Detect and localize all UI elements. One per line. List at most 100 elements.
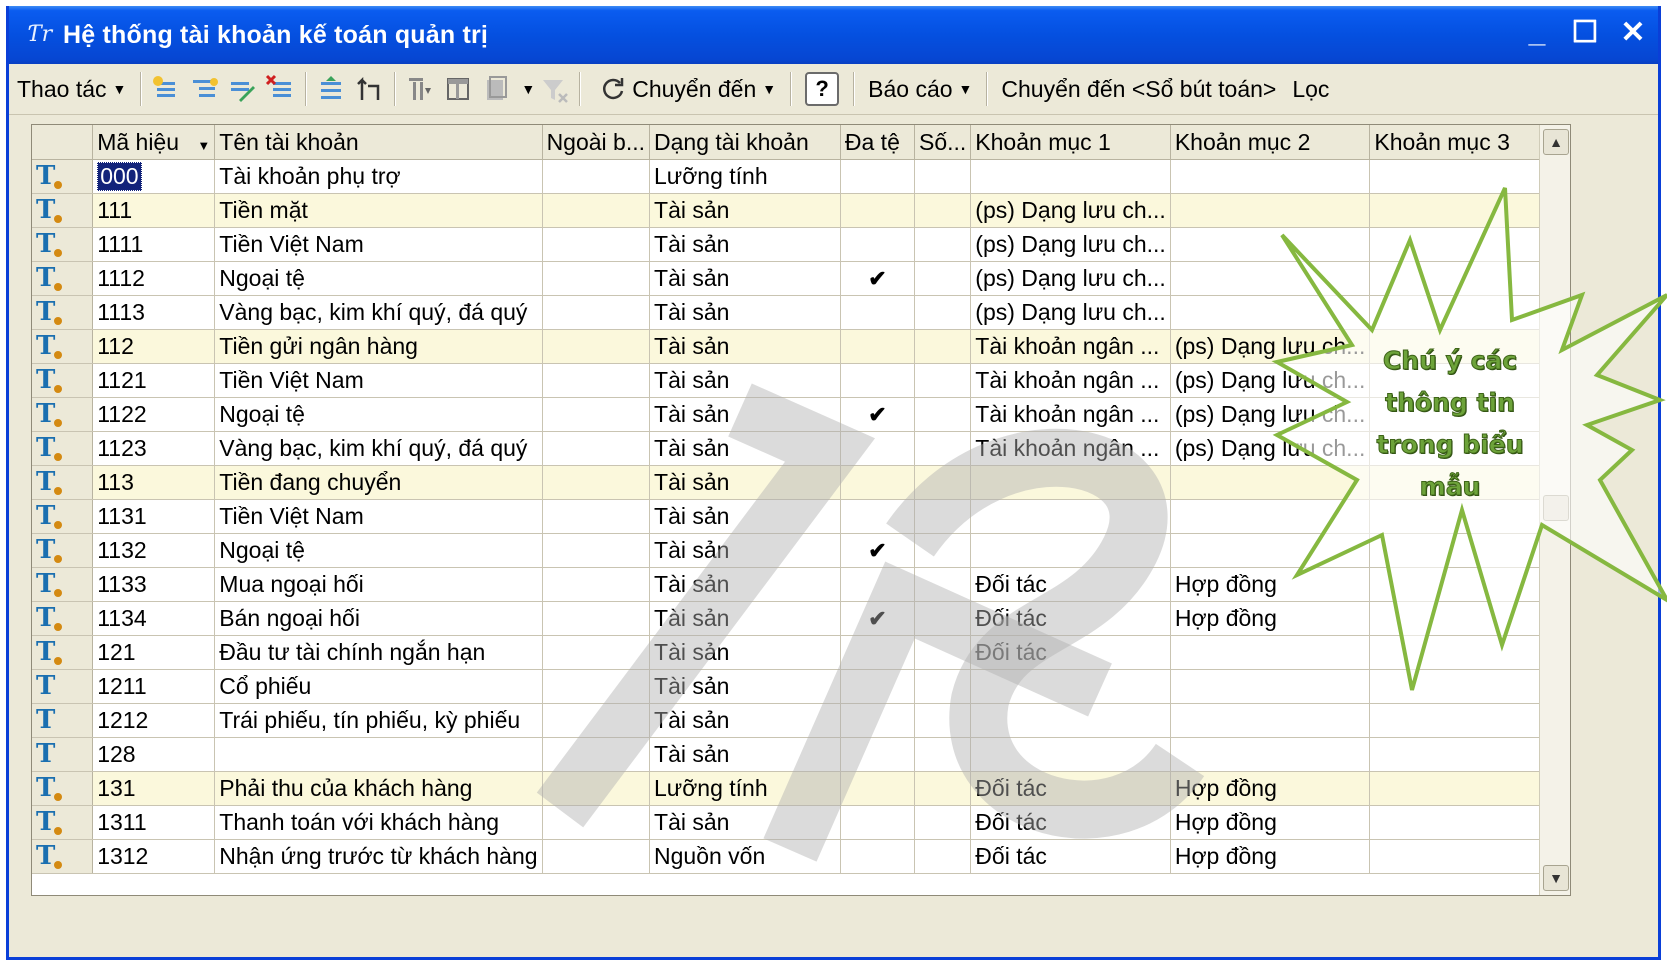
edit-item-icon[interactable] [227,74,257,104]
account-type-cell[interactable]: Tài sản [649,397,841,432]
move-item-icon[interactable] [316,74,346,104]
row-icon-cell[interactable]: T [32,839,94,874]
account-type-cell[interactable]: Lưỡng tính [649,159,841,194]
chevron-down-icon[interactable]: ▼ [521,81,535,97]
add-item-icon[interactable] [151,74,181,104]
item1-cell[interactable] [970,669,1171,704]
account-name-cell[interactable]: Tiền Việt Nam [214,363,543,398]
column-settings-icon[interactable] [443,74,473,104]
number-cell[interactable] [914,295,972,330]
account-type-cell[interactable]: Tài sản [649,465,841,500]
item2-cell[interactable] [1170,737,1371,772]
item2-cell[interactable]: Hợp đồng [1170,839,1371,874]
number-cell[interactable] [914,601,972,636]
account-name-cell[interactable]: Vàng bạc, kim khí quý, đá quý [214,431,543,466]
multicurrency-cell[interactable] [840,567,915,602]
goto-menu[interactable]: Chuyển đến ▼ [586,69,784,109]
number-cell[interactable] [914,159,972,194]
account-name-cell[interactable] [214,737,543,772]
multicurrency-cell[interactable] [840,703,915,738]
account-name-cell[interactable]: Cổ phiếu [214,669,543,704]
account-type-cell[interactable]: Tài sản [649,567,841,602]
account-type-cell[interactable]: Tài sản [649,805,841,840]
item1-cell[interactable]: Tài khoản ngân ... [970,397,1171,432]
row-icon-cell[interactable]: T [32,227,94,262]
item1-cell[interactable] [970,499,1171,534]
multicurrency-cell[interactable]: ✔ [840,261,915,296]
account-code-cell[interactable]: 128 [92,737,216,772]
account-type-cell[interactable]: Tài sản [649,363,841,398]
account-type-cell[interactable]: Tài sản [649,669,841,704]
row-icon-cell[interactable]: T [32,397,94,432]
offbalance-cell[interactable] [542,227,651,262]
multicurrency-cell[interactable] [840,635,915,670]
number-cell[interactable] [914,669,972,704]
number-cell[interactable] [914,431,972,466]
account-type-cell[interactable]: Tài sản [649,737,841,772]
title-bar[interactable]: Ƭr Hệ thống tài khoản kế toán quản trị _… [9,6,1658,64]
account-code-cell[interactable]: 131 [92,771,216,806]
account-code-cell[interactable]: 1212 [92,703,216,738]
number-cell[interactable] [914,227,972,262]
maximize-button[interactable]: ☐ [1568,16,1602,50]
offbalance-cell[interactable] [542,771,651,806]
account-code-cell[interactable]: 1131 [92,499,216,534]
item1-cell[interactable]: Đối tác [970,601,1171,636]
row-icon-cell[interactable]: T [32,703,94,738]
column-header-type[interactable]: Dạng tài khoản [649,125,841,160]
account-name-cell[interactable]: Tiền Việt Nam [214,499,543,534]
account-type-cell[interactable]: Tài sản [649,329,841,364]
account-name-cell[interactable]: Vàng bạc, kim khí quý, đá quý [214,295,543,330]
item2-cell[interactable]: Hợp đồng [1170,805,1371,840]
account-code-cell[interactable]: 1111 [92,227,216,262]
column-header-offbalance[interactable]: Ngoài b... [542,125,651,160]
multicurrency-cell[interactable] [840,839,915,874]
row-icon-cell[interactable]: T [32,159,94,194]
account-code-cell[interactable]: 1123 [92,431,216,466]
item1-cell[interactable]: (ps) Dạng lưu ch... [970,261,1171,296]
multicurrency-cell[interactable] [840,363,915,398]
offbalance-cell[interactable] [542,567,651,602]
row-icon-cell[interactable]: T [32,295,94,330]
table-row[interactable]: T 1212 Trái phiếu, tín phiếu, kỳ phiếu Tài … [32,703,1570,738]
item1-cell[interactable]: Tài khoản ngân ... [970,363,1171,398]
number-cell[interactable] [914,567,972,602]
row-icon-cell[interactable]: T [32,771,94,806]
item1-cell[interactable]: Đối tác [970,635,1171,670]
account-type-cell[interactable]: Tài sản [649,295,841,330]
multicurrency-cell[interactable]: ✔ [840,533,915,568]
column-header-item2[interactable]: Khoản mục 2 [1170,125,1371,160]
scroll-down-icon[interactable]: ▼ [1543,865,1569,891]
chevron-down-icon[interactable]: ▼ [197,138,210,153]
offbalance-cell[interactable] [542,295,651,330]
number-cell[interactable] [914,805,972,840]
item1-cell[interactable]: (ps) Dạng lưu ch... [970,295,1171,330]
offbalance-cell[interactable] [542,669,651,704]
row-icon-cell[interactable]: T [32,193,94,228]
multicurrency-cell[interactable] [840,805,915,840]
account-code-cell[interactable]: 1121 [92,363,216,398]
account-name-cell[interactable]: Mua ngoại hối [214,567,543,602]
offbalance-cell[interactable] [542,533,651,568]
number-cell[interactable] [914,363,972,398]
number-cell[interactable] [914,737,972,772]
account-code-cell[interactable]: 111 [92,193,216,228]
item2-cell[interactable] [1170,703,1371,738]
multicurrency-cell[interactable] [840,669,915,704]
row-icon-cell[interactable]: T [32,737,94,772]
item1-cell[interactable]: Đối tác [970,567,1171,602]
offbalance-cell[interactable] [542,839,651,874]
column-header-number[interactable]: Số... [914,125,972,160]
row-icon-cell[interactable]: T [32,533,94,568]
actions-menu[interactable]: Thao tác ▼ [9,69,134,109]
row-icon-cell[interactable]: T [32,601,94,636]
account-code-cell[interactable]: 113 [92,465,216,500]
multicurrency-cell[interactable] [840,737,915,772]
account-name-cell[interactable]: Ngoại tệ [214,261,543,296]
account-code-cell[interactable]: 1311 [92,805,216,840]
account-type-cell[interactable]: Tài sản [649,533,841,568]
offbalance-cell[interactable] [542,397,651,432]
item1-cell[interactable] [970,737,1171,772]
item1-cell[interactable]: Tài khoản ngân ... [970,431,1171,466]
number-cell[interactable] [914,533,972,568]
